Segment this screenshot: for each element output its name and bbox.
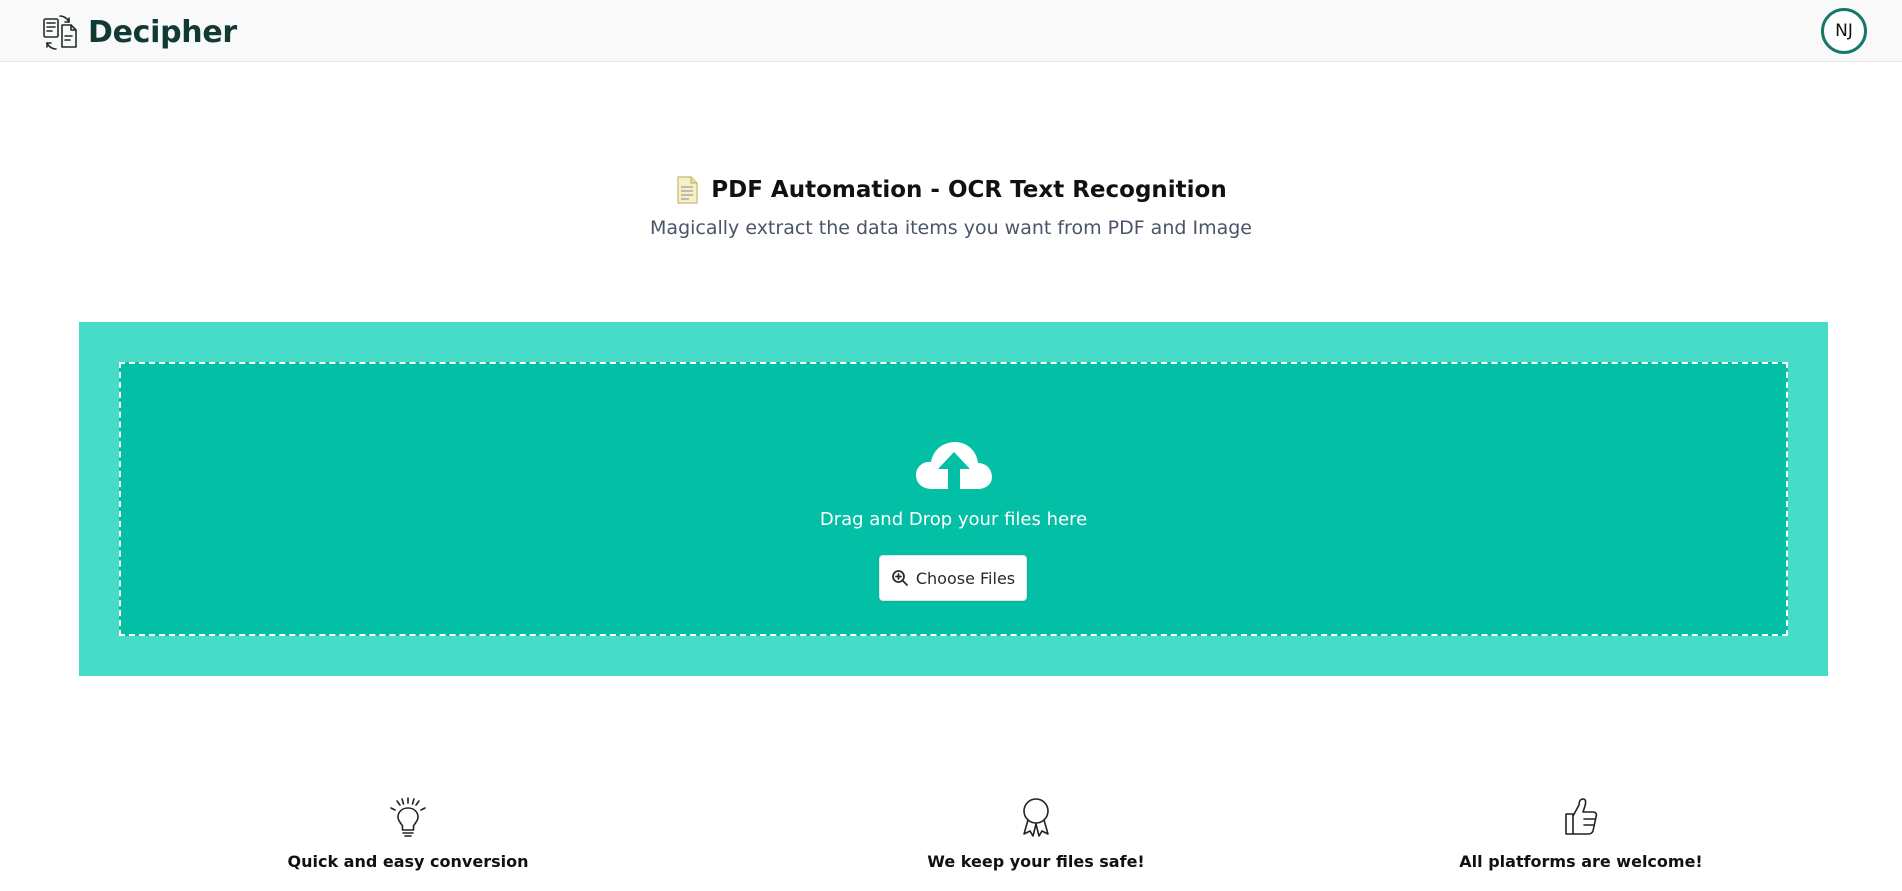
hero-title-row: PDF Automation - OCR Text Recognition — [675, 172, 1227, 208]
page-subtitle: Magically extract the data items you wan… — [650, 217, 1252, 239]
cloud-upload-icon — [916, 442, 992, 489]
features-row: Quick and easy conversion We keep your f… — [0, 796, 1902, 891]
lightbulb-icon — [390, 797, 426, 837]
feature-label: We keep your files safe! — [927, 852, 1145, 871]
page-title: PDF Automation - OCR Text Recognition — [711, 177, 1227, 203]
avatar-initials: NJ — [1835, 21, 1853, 41]
upload-panel: Drag and Drop your files here Choose Fil… — [79, 322, 1828, 676]
feature-label: All platforms are welcome! — [1459, 852, 1703, 871]
choose-files-button[interactable]: Choose Files — [879, 555, 1027, 601]
thumbs-up-icon — [1565, 798, 1598, 835]
hero-section: PDF Automation - OCR Text Recognition Ma… — [0, 172, 1902, 239]
file-dropzone[interactable]: Drag and Drop your files here Choose Fil… — [119, 362, 1788, 636]
brand-name: Decipher — [88, 14, 237, 50]
user-avatar[interactable]: NJ — [1821, 8, 1867, 54]
page-document-icon — [677, 176, 698, 204]
feature-files-safe: We keep your files safe! — [836, 796, 1236, 871]
feature-label: Quick and easy conversion — [287, 852, 529, 871]
brand-logo-link[interactable]: Decipher — [40, 12, 237, 52]
documents-sync-icon — [43, 15, 77, 50]
top-navigation-bar: Decipher NJ — [0, 0, 1902, 62]
choose-files-label: Choose Files — [915, 568, 1016, 588]
search-plus-icon — [891, 570, 908, 586]
feature-quick-conversion: Quick and easy conversion — [208, 796, 608, 871]
award-ribbon-icon — [1023, 798, 1049, 837]
drop-instruction: Drag and Drop your files here — [819, 509, 1088, 530]
feature-all-platforms: All platforms are welcome! — [1381, 796, 1781, 871]
